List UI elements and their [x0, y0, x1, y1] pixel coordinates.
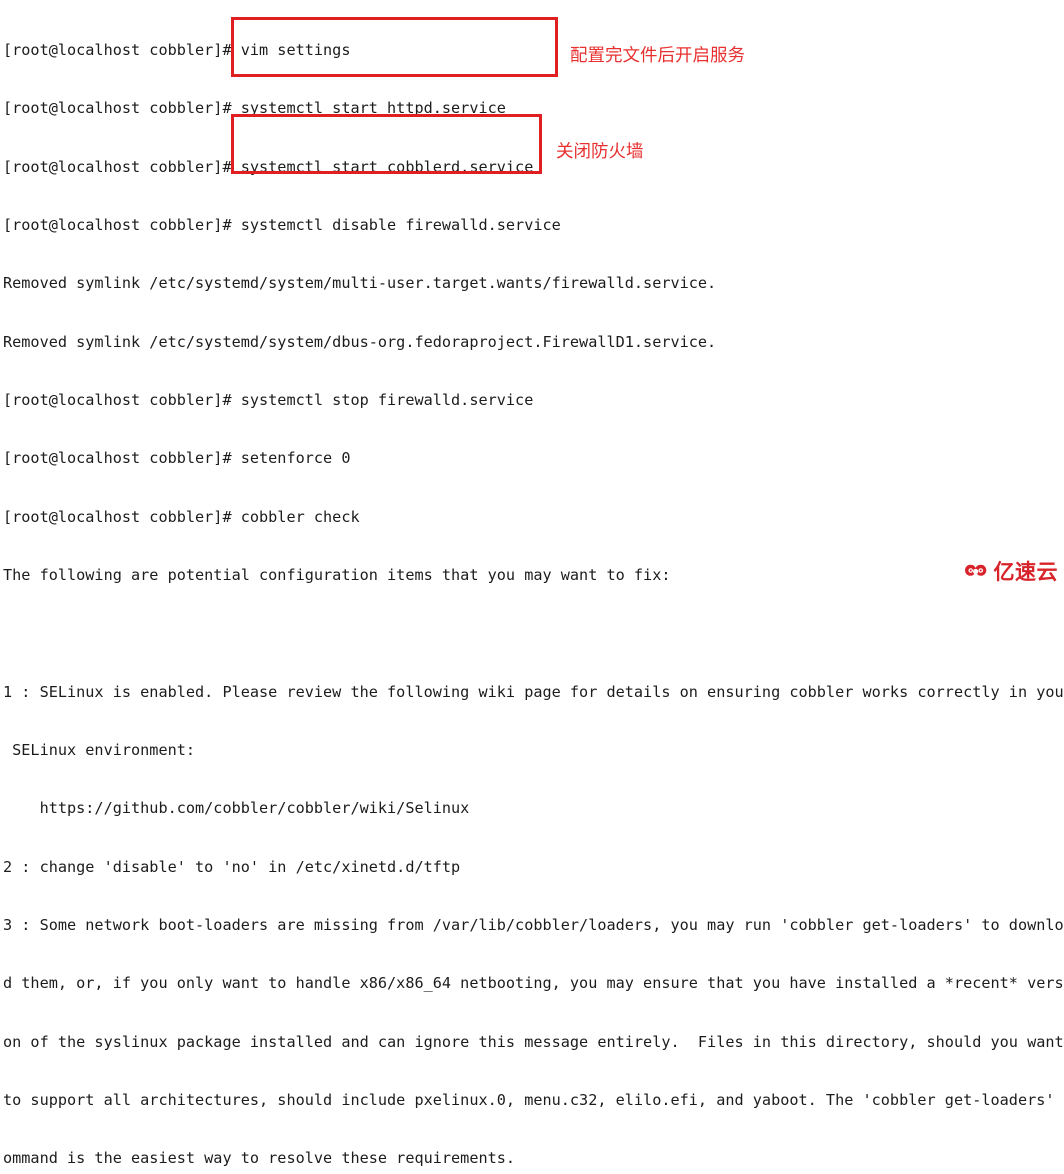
terminal-line: https://github.com/cobbler/cobbler/wiki/… — [3, 799, 470, 818]
terminal-line: [root@localhost cobbler]# cobbler check — [3, 507, 360, 526]
terminal-line: SELinux environment: — [3, 741, 196, 760]
terminal-line: d them, or, if you only want to handle x… — [3, 974, 1064, 993]
terminal-line: Removed symlink /etc/systemd/system/mult… — [3, 274, 717, 293]
terminal-line: [root@localhost cobbler]# systemctl stop… — [3, 390, 534, 409]
annotation-label-stop-firewall: 关闭防火墙 — [556, 142, 644, 162]
terminal-output: [root@localhost cobbler]# vim settings [… — [3, 2, 1064, 1174]
cloud-icon — [964, 564, 986, 576]
terminal-line: 1 : SELinux is enabled. Please review th… — [3, 682, 1064, 701]
terminal-line: to support all architectures, should inc… — [3, 1091, 1064, 1110]
terminal-line: 2 : change 'disable' to 'no' in /etc/xin… — [3, 857, 461, 876]
terminal-line: [root@localhost cobbler]# setenforce 0 — [3, 449, 351, 468]
terminal-line: The following are potential configuratio… — [3, 566, 671, 584]
terminal-line: on of the syslinux package installed and… — [3, 1032, 1064, 1051]
terminal-line: [root@localhost cobbler]# systemctl star… — [3, 99, 506, 118]
terminal-line: [root@localhost cobbler]# systemctl star… — [3, 157, 534, 176]
terminal-line: ommand is the easiest way to resolve the… — [3, 1149, 516, 1168]
annotation-label-start-services: 配置完文件后开启服务 — [570, 46, 745, 66]
watermark-text: 亿速云 — [993, 559, 1058, 584]
terminal-line: Removed symlink /etc/systemd/system/dbus… — [3, 332, 717, 351]
terminal-window[interactable]: [root@localhost cobbler]# vim settings [… — [0, 0, 1064, 1167]
watermark: 亿速云 — [962, 561, 1059, 583]
terminal-line: 3 : Some network boot-loaders are missin… — [3, 916, 1064, 935]
terminal-line: [root@localhost cobbler]# vim settings — [3, 40, 351, 59]
terminal-line: [root@localhost cobbler]# systemctl disa… — [3, 215, 561, 234]
